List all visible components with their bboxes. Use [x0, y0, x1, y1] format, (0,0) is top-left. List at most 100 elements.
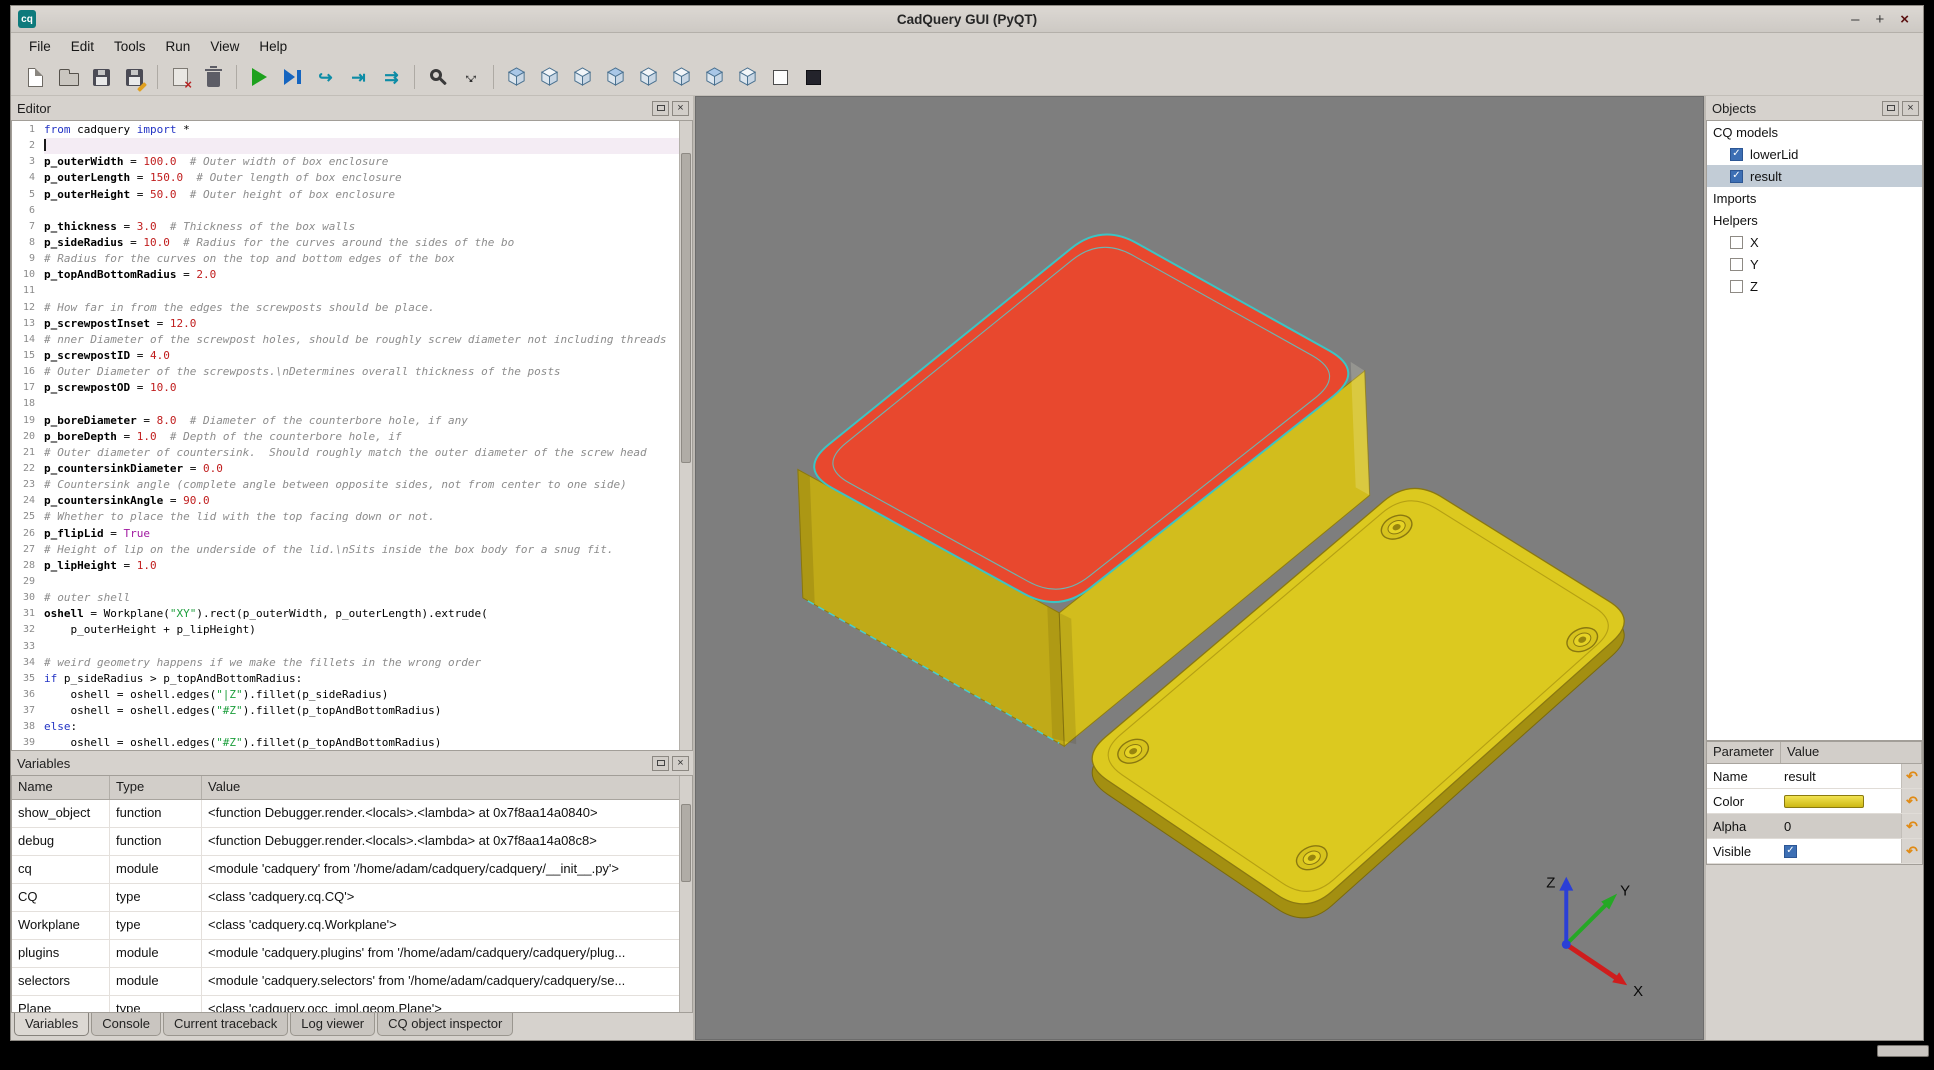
continue-icon[interactable]: ↪ — [310, 63, 341, 92]
cell-value: <module 'cadquery' from '/home/adam/cadq… — [202, 856, 692, 883]
visible-reset-button[interactable]: ↶ — [1901, 839, 1922, 863]
editor-close-button[interactable]: × — [672, 101, 689, 116]
value-column-header[interactable]: Value — [1781, 742, 1922, 763]
editor-scrollbar-thumb[interactable] — [681, 153, 691, 463]
window-controls: – + × — [1851, 12, 1923, 27]
right-view-icon[interactable] — [633, 63, 664, 92]
tab-current-traceback[interactable]: Current traceback — [163, 1013, 288, 1036]
tab-variables[interactable]: Variables — [14, 1013, 89, 1036]
top-view-icon[interactable] — [666, 63, 697, 92]
variables-scrollbar[interactable] — [679, 776, 692, 1012]
y-checkbox[interactable] — [1730, 258, 1743, 271]
objects-item-result[interactable]: ✓result — [1707, 165, 1922, 187]
z-checkbox[interactable] — [1730, 280, 1743, 293]
zoom-icon[interactable] — [422, 63, 453, 92]
code-line: 35if p_sideRadius > p_topAndBottomRadius… — [12, 671, 679, 687]
step-into-icon[interactable]: ⇉ — [376, 63, 407, 92]
plane-view-icon[interactable] — [765, 63, 796, 92]
menu-tools[interactable]: Tools — [104, 36, 156, 57]
code-line: 28p_lipHeight = 1.0 — [12, 558, 679, 574]
minimize-button[interactable]: – — [1851, 12, 1859, 27]
column-header-type[interactable]: Type — [110, 776, 202, 799]
x-checkbox[interactable] — [1730, 236, 1743, 249]
table-row[interactable]: CQtype<class 'cadquery.cq.CQ'> — [12, 884, 692, 912]
objects-item-lowerlid[interactable]: ✓lowerLid — [1707, 143, 1922, 165]
run-button[interactable] — [244, 63, 275, 92]
open-file-icon[interactable] — [53, 63, 84, 92]
parameter-value[interactable]: ✓ — [1781, 845, 1901, 858]
visible-checkbox[interactable]: ✓ — [1784, 845, 1797, 858]
parameter-row-alpha[interactable]: Alpha0↶ — [1707, 814, 1922, 839]
left-view-icon[interactable] — [600, 63, 631, 92]
code-line: 19p_boreDiameter = 8.0 # Diameter of the… — [12, 413, 679, 429]
line-number: 27 — [12, 542, 44, 558]
debug-button[interactable] — [277, 63, 308, 92]
table-row[interactable]: cqmodule<module 'cadquery' from '/home/a… — [12, 856, 692, 884]
table-row[interactable]: selectorsmodule<module 'cadquery.selecto… — [12, 968, 692, 996]
table-row[interactable]: show_objectfunction<function Debugger.re… — [12, 800, 692, 828]
cell-type: function — [110, 828, 202, 855]
axo-view-icon[interactable] — [732, 63, 763, 92]
close-button[interactable]: × — [1900, 12, 1909, 27]
column-header-value[interactable]: Value — [202, 776, 692, 799]
tab-console[interactable]: Console — [91, 1013, 161, 1036]
tab-cq-object-inspector[interactable]: CQ object inspector — [377, 1013, 513, 1036]
tab-log-viewer[interactable]: Log viewer — [290, 1013, 375, 1036]
table-row[interactable]: Planetype<class 'cadquery.occ_impl.geom.… — [12, 996, 692, 1013]
parameter-row-name[interactable]: Nameresult↶ — [1707, 764, 1922, 789]
table-row[interactable]: pluginsmodule<module 'cadquery.plugins' … — [12, 940, 692, 968]
back-view-icon[interactable] — [567, 63, 598, 92]
objects-item-z[interactable]: Z — [1707, 275, 1922, 297]
editor-scrollbar[interactable] — [679, 121, 692, 750]
objects-group-cq-models[interactable]: CQ models — [1707, 121, 1922, 143]
front-view-icon[interactable] — [534, 63, 565, 92]
table-row[interactable]: Workplanetype<class 'cadquery.cq.Workpla… — [12, 912, 692, 940]
color-reset-button[interactable]: ↶ — [1901, 789, 1922, 813]
code-editor[interactable]: 1from cadquery import *23p_outerWidth = … — [11, 120, 693, 751]
bottom-view-icon[interactable] — [699, 63, 730, 92]
iso-view-icon[interactable] — [501, 63, 532, 92]
menu-file[interactable]: File — [19, 36, 61, 57]
menu-run[interactable]: Run — [156, 36, 201, 57]
scene-canvas[interactable]: Z Y X — [696, 97, 1703, 1039]
parameter-row-color[interactable]: Color↶ — [1707, 789, 1922, 814]
save-as-icon[interactable] — [119, 63, 150, 92]
save-icon[interactable] — [86, 63, 117, 92]
clear-icon[interactable] — [165, 63, 196, 92]
objects-item-x[interactable]: X — [1707, 231, 1922, 253]
code-area[interactable]: 1from cadquery import *23p_outerWidth = … — [12, 121, 679, 750]
line-number: 17 — [12, 380, 44, 396]
editor-float-button[interactable] — [652, 101, 669, 116]
menu-help[interactable]: Help — [249, 36, 297, 57]
new-file-icon[interactable] — [20, 63, 51, 92]
alpha-reset-button[interactable]: ↶ — [1901, 814, 1922, 838]
parameter-row-visible[interactable]: Visible✓↶ — [1707, 839, 1922, 864]
menu-view[interactable]: View — [200, 36, 249, 57]
objects-group-imports[interactable]: Imports — [1707, 187, 1922, 209]
variables-float-button[interactable] — [652, 756, 669, 771]
variables-close-button[interactable]: × — [672, 756, 689, 771]
step-over-icon[interactable]: ⇥ — [343, 63, 374, 92]
shaded-view-icon[interactable] — [798, 63, 829, 92]
parameter-value[interactable]: result — [1781, 769, 1901, 784]
objects-group-helpers[interactable]: Helpers — [1707, 209, 1922, 231]
objects-close-button[interactable]: × — [1902, 101, 1919, 116]
maximize-button[interactable]: + — [1875, 12, 1884, 27]
viewport-3d[interactable]: Z Y X — [695, 96, 1704, 1040]
cell-name: debug — [12, 828, 110, 855]
objects-item-y[interactable]: Y — [1707, 253, 1922, 275]
table-row[interactable]: debugfunction<function Debugger.render.<… — [12, 828, 692, 856]
fit-all-icon[interactable]: ↔↔ — [455, 63, 486, 92]
lowerlid-checkbox[interactable]: ✓ — [1730, 148, 1743, 161]
parameter-value[interactable] — [1781, 795, 1901, 808]
variables-scrollbar-thumb[interactable] — [681, 804, 691, 882]
objects-float-button[interactable] — [1882, 101, 1899, 116]
parameter-value[interactable]: 0 — [1781, 819, 1901, 834]
menu-edit[interactable]: Edit — [61, 36, 104, 57]
name-reset-button[interactable]: ↶ — [1901, 764, 1922, 788]
result-checkbox[interactable]: ✓ — [1730, 170, 1743, 183]
parameter-column-header[interactable]: Parameter — [1707, 742, 1781, 763]
column-header-name[interactable]: Name — [12, 776, 110, 799]
delete-icon[interactable] — [198, 63, 229, 92]
color-swatch[interactable] — [1784, 795, 1864, 808]
